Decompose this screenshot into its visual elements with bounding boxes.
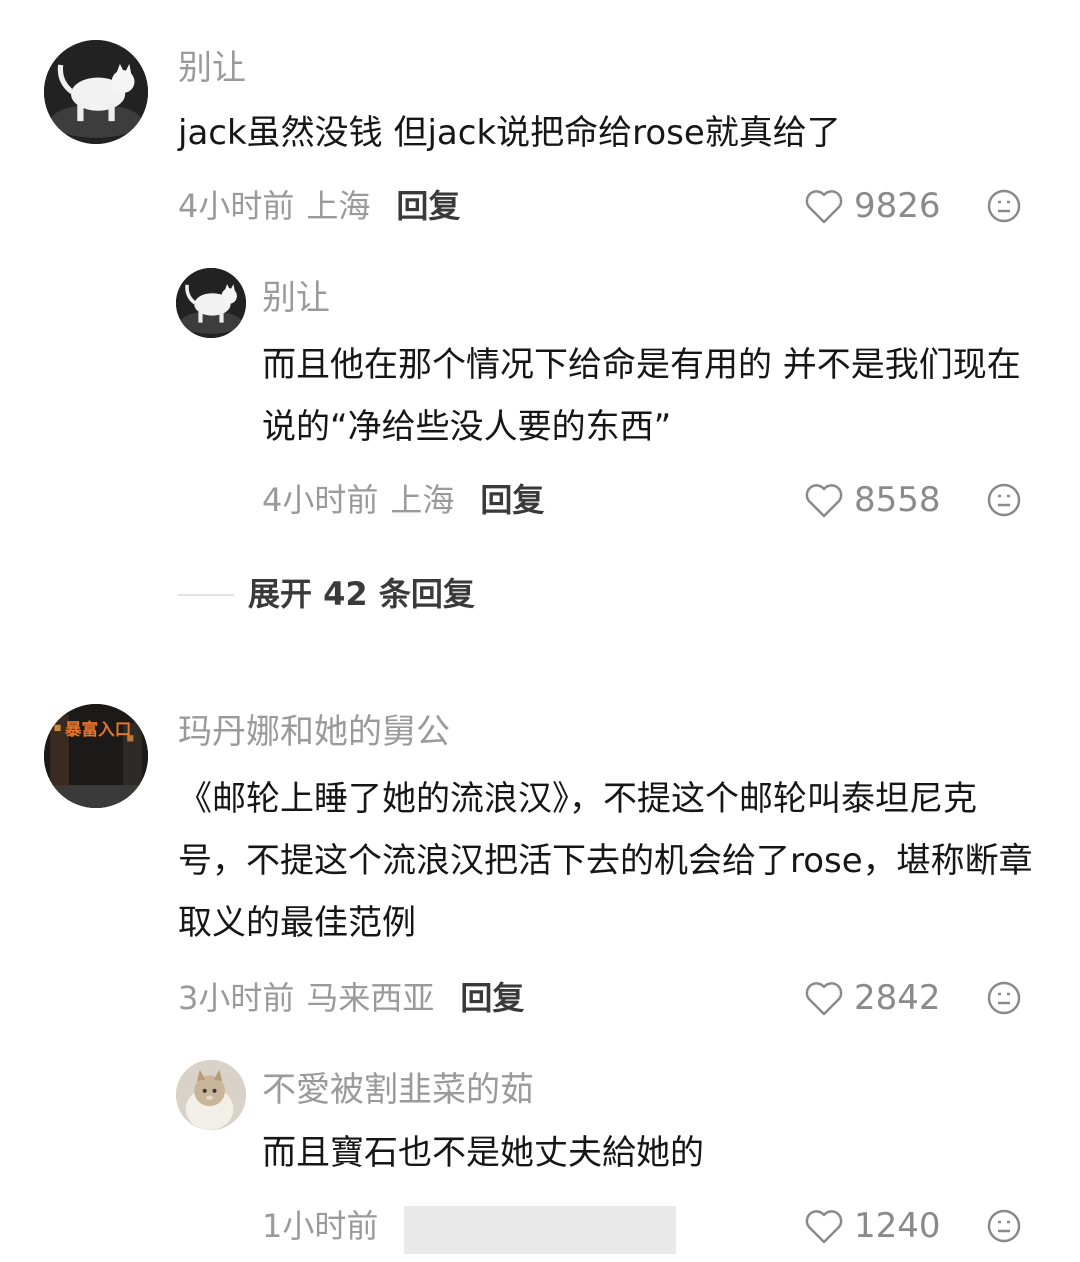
- comment-text: 《邮轮上睡了她的流浪汉》，不提这个邮轮叫泰坦尼克号，不提这个流浪汉把活下去的机会…: [178, 779, 1033, 943]
- reply-text: 而且他在那个情况下给命是有用的 并不是我们现在说的“净给些没人要的东西”: [262, 345, 1021, 447]
- reply-meta: 4小时前 上海 回复: [262, 478, 544, 522]
- like-button[interactable]: 8558: [804, 478, 941, 522]
- heart-outline-icon: [805, 982, 843, 1016]
- like-button[interactable]: 2842: [804, 976, 941, 1020]
- emoji-face-icon[interactable]: [986, 482, 1022, 518]
- reply-text: 而且寶石也不是她丈夫給她的: [262, 1133, 704, 1173]
- like-count: 1240: [854, 1206, 941, 1246]
- comment-username[interactable]: 玛丹娜和她的舅公: [178, 710, 450, 754]
- reply-meta: 1小时前: [262, 1204, 378, 1248]
- reply-username[interactable]: 别让: [262, 276, 330, 320]
- like-count: 9826: [854, 186, 941, 226]
- cat-photo-avatar-icon: [176, 1060, 246, 1130]
- poster-avatar-icon: 暴富入口: [44, 704, 148, 808]
- avatar-text: 暴富入口: [64, 719, 131, 739]
- avatar[interactable]: 暴富入口: [44, 704, 148, 808]
- reply-time: 1小时前: [262, 1207, 379, 1245]
- white-cat-avatar-icon: [44, 40, 148, 144]
- comment-time: 4小时前: [178, 187, 295, 225]
- comment-meta: 3小时前 马来西亚 回复: [178, 976, 524, 1020]
- comment-location: 上海: [306, 187, 371, 225]
- emoji-face-icon[interactable]: [986, 980, 1022, 1016]
- heart-outline-icon: [805, 190, 843, 224]
- emoji-face-icon[interactable]: [986, 188, 1022, 224]
- expand-divider: [178, 594, 234, 596]
- expand-replies-button[interactable]: 展开 42 条回复: [248, 572, 475, 616]
- like-count: 2842: [854, 978, 941, 1018]
- comment-time: 3小时前: [178, 979, 295, 1017]
- heart-outline-icon: [805, 484, 843, 518]
- reply-username[interactable]: 不愛被割韭菜的茹: [262, 1068, 534, 1112]
- reply-button[interactable]: 回复: [460, 976, 524, 1020]
- heart-outline-icon: [805, 1210, 843, 1244]
- like-count: 8558: [854, 480, 941, 520]
- comment-username[interactable]: 别让: [178, 46, 246, 90]
- comment-meta: 4小时前 上海 回复: [178, 184, 460, 228]
- like-button[interactable]: 1240: [804, 1204, 941, 1248]
- comment-text: jack虽然没钱 但jack说把命给rose就真给了: [178, 113, 841, 153]
- reply-button[interactable]: 回复: [480, 478, 544, 522]
- avatar[interactable]: [176, 268, 246, 338]
- reply-location: 上海: [390, 481, 455, 519]
- reply-time: 4小时前: [262, 481, 379, 519]
- avatar[interactable]: [44, 40, 148, 144]
- white-cat-avatar-icon: [176, 268, 246, 338]
- emoji-face-icon[interactable]: [986, 1208, 1022, 1244]
- like-button[interactable]: 9826: [804, 184, 941, 228]
- comment-location: 马来西亚: [306, 979, 435, 1017]
- obscured-area: [404, 1206, 676, 1254]
- reply-button[interactable]: 回复: [396, 184, 460, 228]
- avatar[interactable]: [176, 1060, 246, 1130]
